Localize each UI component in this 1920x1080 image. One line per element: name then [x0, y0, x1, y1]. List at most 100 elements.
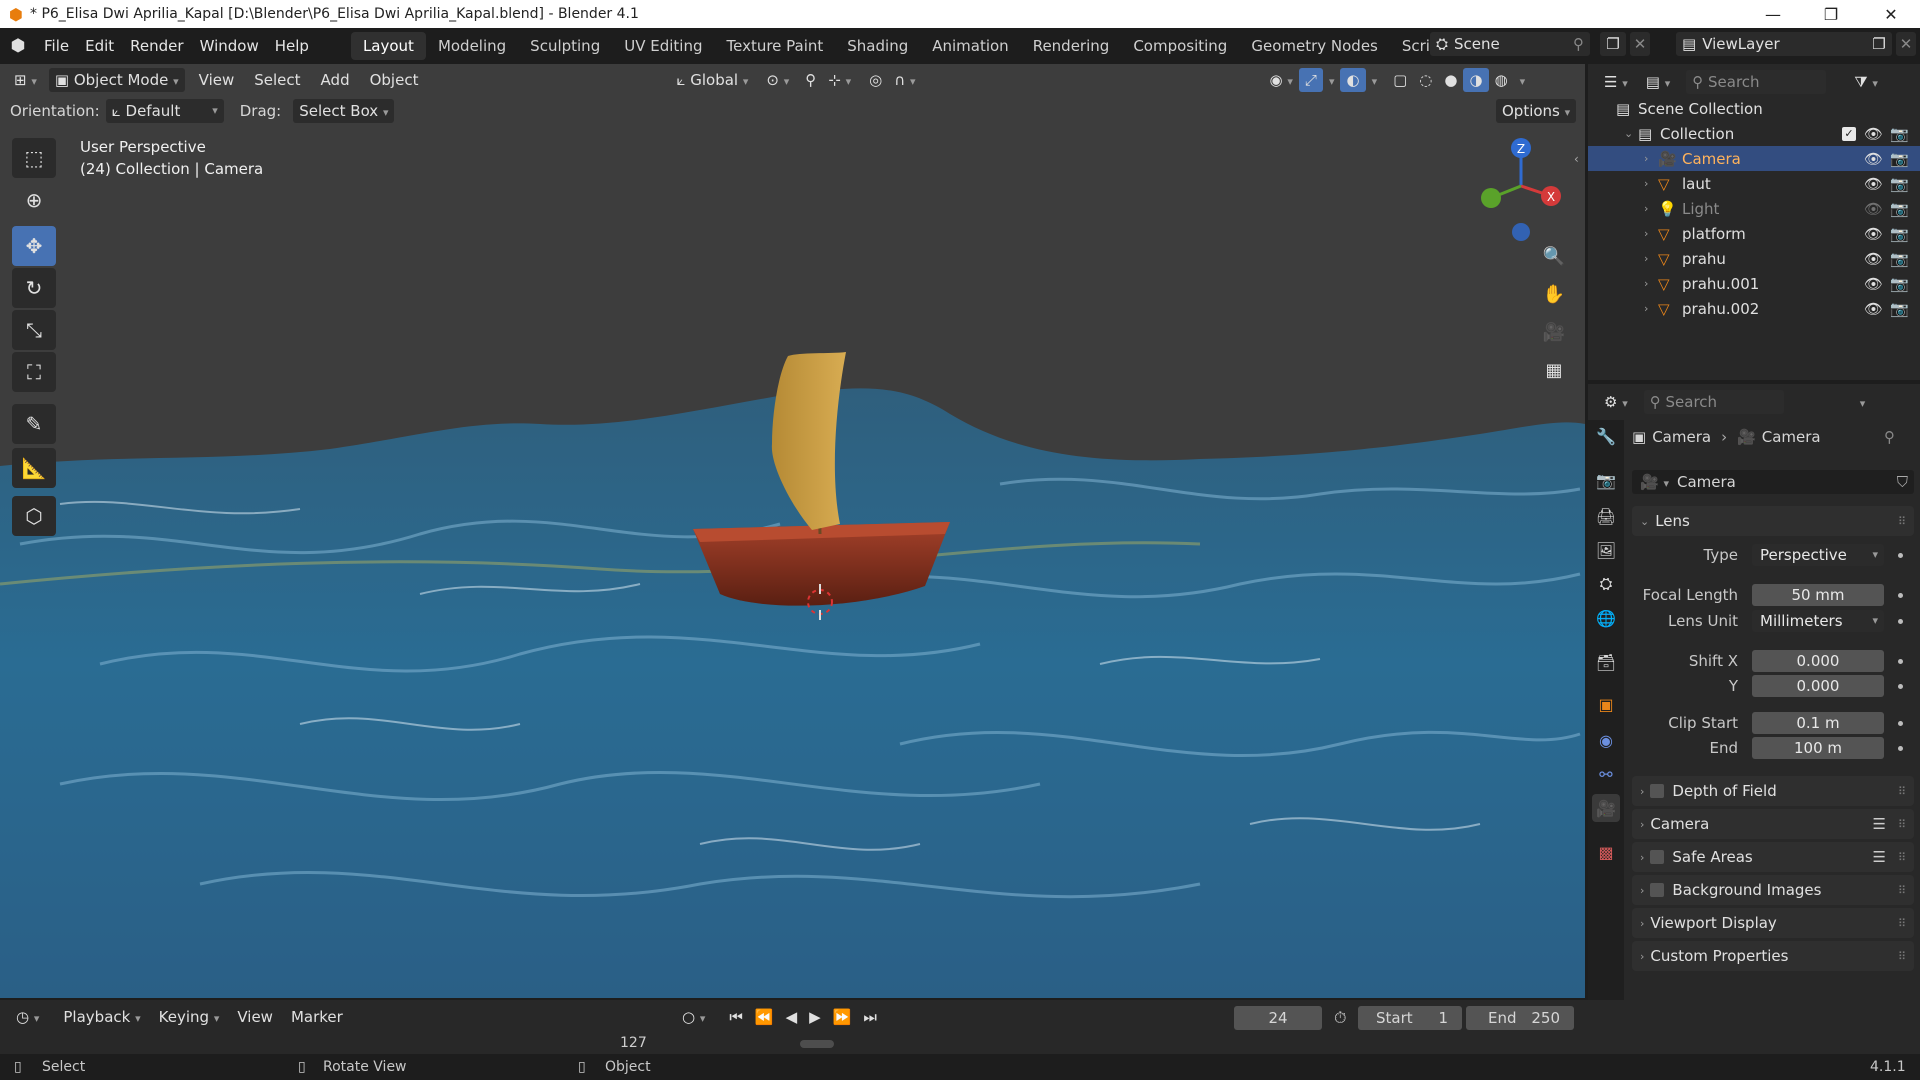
expand-icon[interactable]: › — [1644, 302, 1658, 315]
tab-compositing[interactable]: Compositing — [1121, 32, 1239, 60]
snap-icon[interactable]: ⚲ — [799, 68, 822, 92]
presets-list-icon[interactable]: ☰ — [1873, 848, 1886, 866]
clip-start-field[interactable]: 0.1 m — [1752, 712, 1884, 734]
select-box-tool-icon[interactable]: ⬚ — [12, 138, 56, 178]
scale-tool-icon[interactable]: ⤡ — [12, 310, 56, 350]
menu-help[interactable]: Help — [267, 37, 317, 55]
falloff-icon[interactable]: ∩ ▾ — [888, 68, 921, 92]
tab-texture-paint[interactable]: Texture Paint — [714, 32, 835, 60]
lens-panel-header[interactable]: ⌄ Lens ⠿ — [1632, 506, 1914, 536]
render-tab-icon[interactable]: 📷 — [1592, 466, 1620, 494]
3d-viewport[interactable]: ⊞ ▾ ▣ Object Mode ▾ View Select Add Obje… — [0, 64, 1585, 998]
physics-tab-icon[interactable]: ◉ — [1592, 726, 1620, 754]
rendered-shading-icon[interactable]: ◍ — [1489, 68, 1514, 92]
props-editor-type-icon[interactable]: ⚙ ▾ — [1598, 390, 1634, 414]
object-tab-icon[interactable]: ▣ — [1592, 690, 1620, 718]
menu-edit[interactable]: Edit — [77, 37, 122, 55]
blender-menu-icon[interactable]: ⬢ — [0, 36, 36, 56]
menu-window[interactable]: Window — [192, 37, 267, 55]
maximize-button[interactable]: ❐ — [1802, 0, 1860, 28]
render-camera-icon[interactable]: 📷 — [1890, 125, 1909, 143]
expand-icon[interactable]: › — [1644, 227, 1658, 240]
menu-timeline-view[interactable]: View — [231, 1005, 279, 1029]
shift-x-field[interactable]: 0.000 — [1752, 650, 1884, 672]
lens-unit-dropdown[interactable]: Millimeters ▾ — [1752, 610, 1884, 632]
auto-keying-icon[interactable]: ○ ▾ — [676, 1005, 711, 1029]
outliner-object-row[interactable]: › 💡 Light 👁 📷 — [1588, 196, 1920, 221]
view-layer-tab-icon[interactable]: 🖼 — [1592, 536, 1620, 564]
world-tab-icon[interactable]: 🌐 — [1592, 604, 1620, 632]
tool-tab-icon[interactable]: 🔧 — [1592, 422, 1620, 450]
pin-icon[interactable]: ⚲ — [1573, 32, 1584, 56]
tab-layout[interactable]: Layout — [350, 32, 426, 60]
menu-render[interactable]: Render — [122, 37, 191, 55]
render-camera-icon[interactable]: 📷 — [1890, 275, 1909, 293]
props-search[interactable]: ⚲ Search — [1643, 390, 1784, 414]
drag-handle-icon[interactable]: ⠿ — [1898, 818, 1906, 831]
scene-selector[interactable]: ⛭ Scene ⚲ — [1430, 32, 1590, 56]
render-camera-icon[interactable]: 📷 — [1890, 250, 1909, 268]
texture-tab-icon[interactable]: ▩ — [1592, 838, 1620, 866]
outliner-object-row[interactable]: › ▽ prahu.001 👁 📷 — [1588, 271, 1920, 296]
drag-dropdown[interactable]: Select Box ▾ — [293, 99, 395, 123]
visibility-eye-icon[interactable]: 👁 — [1864, 250, 1883, 268]
keyframe-dot-icon[interactable] — [1898, 553, 1903, 558]
sidebar-toggle-icon[interactable]: ‹ — [1574, 152, 1579, 166]
xray-icon[interactable]: ▢ — [1387, 68, 1413, 92]
shading-dropdown-icon[interactable]: ▾ — [1514, 68, 1532, 92]
bg-images-checkbox[interactable] — [1650, 883, 1665, 897]
play-reverse-icon[interactable]: ◀ — [780, 1005, 804, 1029]
outliner-object-row[interactable]: › 🎥 Camera 👁 📷 — [1588, 146, 1920, 171]
clip-end-field[interactable]: 100 m — [1752, 737, 1884, 759]
presets-list-icon[interactable]: ☰ — [1873, 815, 1886, 833]
tab-uv-editing[interactable]: UV Editing — [612, 32, 714, 60]
wireframe-shading-icon[interactable]: ◌ — [1413, 68, 1438, 92]
drag-handle-icon[interactable]: ⠿ — [1898, 851, 1906, 864]
scene-tab-icon[interactable]: ⛭ — [1592, 570, 1620, 598]
outliner-object-row[interactable]: › ▽ prahu 👁 📷 — [1588, 246, 1920, 271]
gizmo-toggle-icon[interactable]: ⤢ — [1298, 68, 1323, 92]
render-camera-icon[interactable]: 📷 — [1890, 200, 1909, 218]
visibility-eye-icon[interactable]: 👁 — [1864, 175, 1883, 193]
timeline-scrollbar[interactable] — [800, 1040, 834, 1048]
output-tab-icon[interactable]: 🖨 — [1592, 502, 1620, 530]
new-viewlayer-icon[interactable]: ❐ — [1866, 32, 1892, 56]
expand-icon[interactable]: › — [1644, 177, 1658, 190]
keyframe-dot-icon[interactable] — [1898, 619, 1903, 624]
props-options-icon[interactable]: ▾ — [1854, 390, 1872, 414]
keyframe-dot-icon[interactable] — [1898, 593, 1903, 598]
play-icon[interactable]: ▶ — [803, 1005, 827, 1029]
drag-handle-icon[interactable]: ⠿ — [1898, 785, 1906, 798]
material-shading-icon[interactable]: ◑ — [1463, 68, 1489, 92]
visibility-eye-icon[interactable]: 👁 — [1864, 225, 1883, 243]
camera-panel-header[interactable]: › Camera ☰ ⠿ — [1632, 809, 1914, 839]
annotate-tool-icon[interactable]: ✎ — [12, 404, 56, 444]
overlay-toggle-icon[interactable]: ◐ — [1340, 68, 1366, 92]
jump-keyframe-back-icon[interactable]: ⏪ — [749, 1005, 780, 1029]
keyframe-dot-icon[interactable] — [1898, 659, 1903, 664]
expand-icon[interactable]: › — [1644, 252, 1658, 265]
add-cube-tool-icon[interactable]: ⬡ — [12, 496, 56, 536]
end-frame-field[interactable]: End 250 — [1466, 1006, 1574, 1030]
viewlayer-selector[interactable]: ▤ ViewLayer — [1676, 32, 1872, 56]
drag-handle-icon[interactable]: ⠿ — [1898, 950, 1906, 963]
safe-areas-checkbox[interactable] — [1650, 850, 1665, 864]
menu-add[interactable]: Add — [315, 68, 356, 92]
snap-target-icon[interactable]: ⊹ ▾ — [822, 68, 857, 92]
exclude-checkbox[interactable]: ✓ — [1842, 126, 1856, 141]
expand-icon[interactable]: › — [1644, 152, 1658, 165]
tab-modeling[interactable]: Modeling — [426, 32, 518, 60]
close-button[interactable]: ✕ — [1862, 0, 1920, 28]
visibility-eye-icon[interactable]: 👁 — [1864, 300, 1883, 318]
transform-tool-icon[interactable]: ⛶ — [12, 352, 56, 392]
proportional-edit-icon[interactable]: ◎ — [863, 68, 888, 92]
grid-view-icon[interactable]: ▦ — [1538, 354, 1570, 386]
stopwatch-icon[interactable]: ⏱ — [1334, 1008, 1346, 1028]
type-dropdown[interactable]: Perspective ▾ — [1752, 544, 1884, 566]
menu-playback[interactable]: Playback ▾ — [57, 1005, 146, 1029]
visibility-eye-icon[interactable]: 👁 — [1864, 150, 1883, 168]
menu-object[interactable]: Object — [364, 68, 425, 92]
outliner-object-row[interactable]: › ▽ laut 👁 📷 — [1588, 171, 1920, 196]
expand-icon[interactable]: › — [1644, 202, 1658, 215]
cursor-tool-icon[interactable]: ⊕ — [12, 180, 56, 220]
